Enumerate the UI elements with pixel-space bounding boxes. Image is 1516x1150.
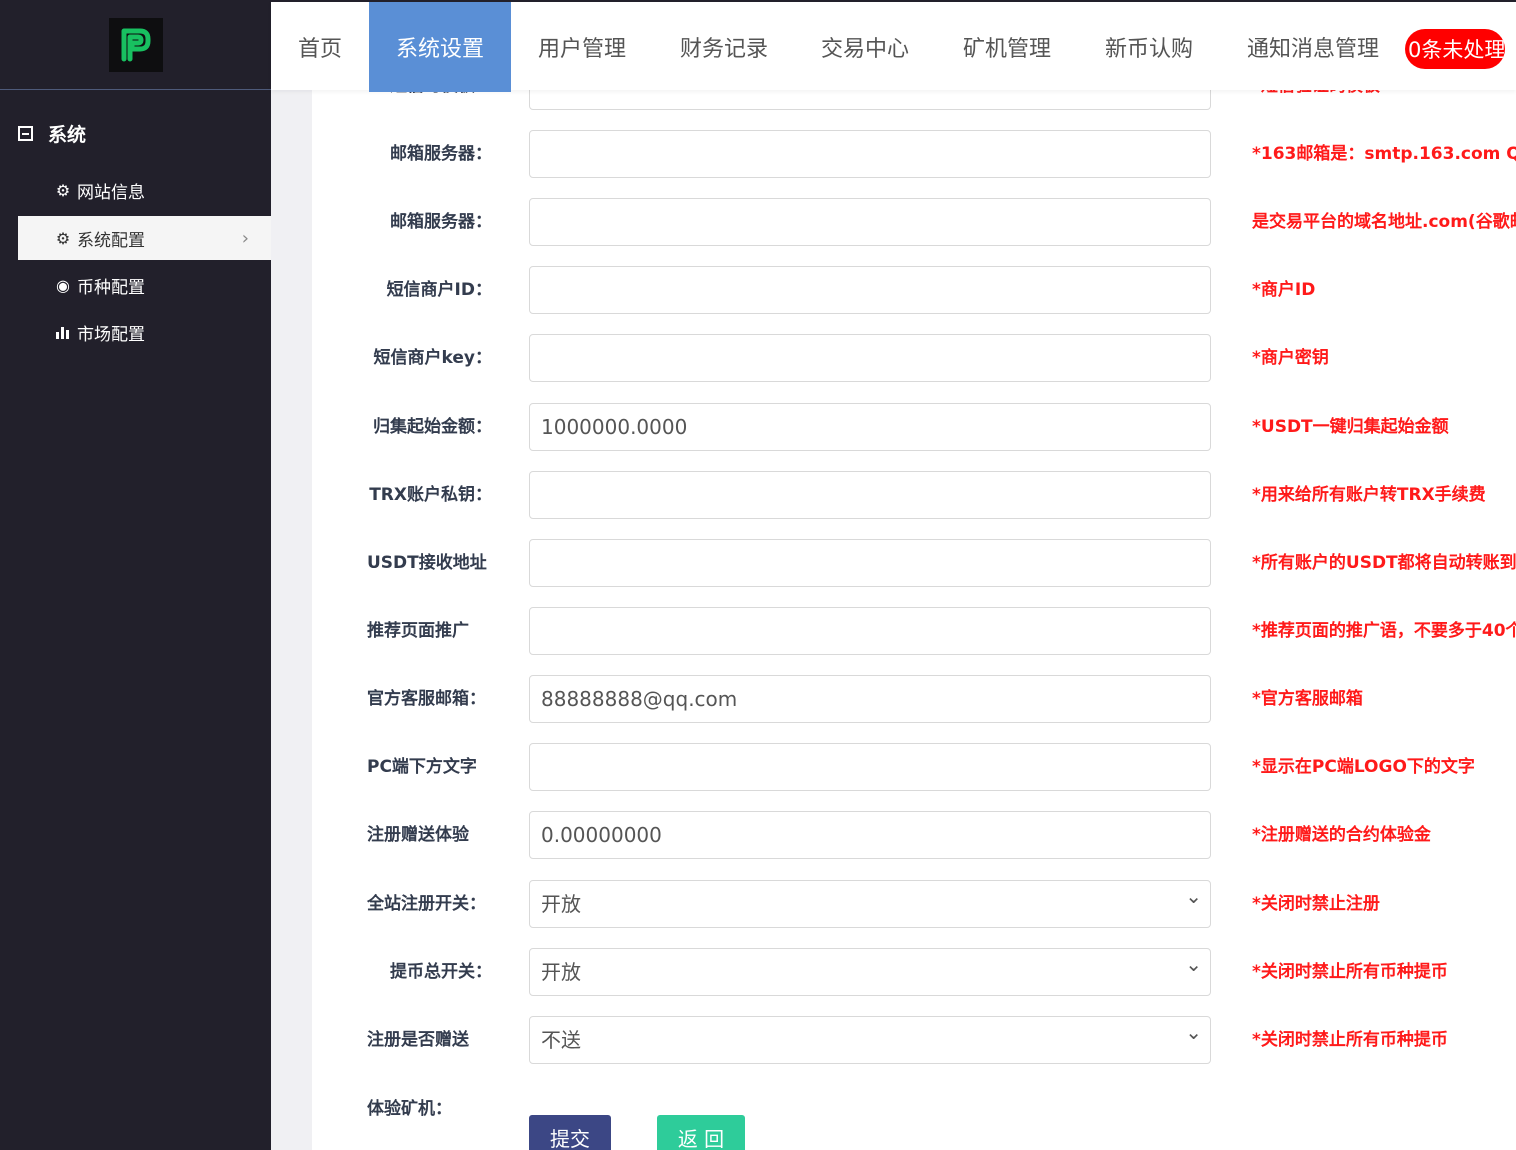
- bar-chart-icon: [53, 322, 73, 342]
- collect-amount-input[interactable]: 1000000.0000: [529, 403, 1211, 451]
- form-row-register-gift: 注册是否赠送 不送 *关闭时禁止所有币种提币: [312, 1009, 1516, 1064]
- field-label: 注册赠送体验: [367, 825, 469, 845]
- form-row-register-bonus: 注册赠送体验 0.00000000 *注册赠送的合约体验金: [312, 811, 1516, 859]
- tab-system-settings[interactable]: 系统设置: [369, 2, 511, 92]
- field-hint: *用来给所有账户转TRX手续费: [1252, 485, 1486, 505]
- form-row-usdt-address: USDT接收地址 *所有账户的USDT都将自动转账到: [312, 539, 1516, 587]
- form-row-trx-private-key: TRX账户私钥： *用来给所有账户转TRX手续费: [312, 471, 1516, 519]
- field-label: TRX账户私钥：: [369, 485, 492, 505]
- unprocessed-badge[interactable]: 0条未处理: [1405, 29, 1505, 69]
- sidebar-item-label: 系统配置: [77, 230, 145, 251]
- logo[interactable]: [108, 17, 163, 72]
- form-row-promo-text: 推荐页面推广 *推荐页面的推广语，不要多于40个: [312, 607, 1516, 655]
- sidebar-item-label: 市场配置: [77, 324, 145, 345]
- field-hint: *163邮箱是：smtp.163.com QQ: [1252, 144, 1516, 164]
- form-row-collect-amount: 归集起始金额： 1000000.0000 *USDT一键归集起始金额: [312, 403, 1516, 451]
- form-row-mail-server-2: 邮箱服务器： 是交易平台的域名地址.com(谷歌邮箱): [312, 198, 1516, 246]
- tab-trade-center[interactable]: 交易中心: [821, 2, 909, 92]
- field-label: 邮箱服务器：: [390, 212, 492, 232]
- top-nav: 首页 系统设置 用户管理 财务记录 交易中心 矿机管理 新币认购 通知消息管理 …: [271, 0, 1516, 92]
- register-gift-select[interactable]: 不送: [529, 1009, 1211, 1064]
- sidebar-item-label: 币种配置: [77, 277, 145, 298]
- gear-icon: ⚙: [55, 228, 71, 248]
- tab-label: 用户管理: [538, 37, 627, 62]
- trx-private-key-input[interactable]: [529, 471, 1211, 519]
- promo-text-input[interactable]: [529, 607, 1211, 655]
- field-hint: 是交易平台的域名地址.com(谷歌邮箱): [1252, 212, 1516, 232]
- field-label: 体验矿机：: [367, 1099, 452, 1119]
- tab-new-coin-subscribe[interactable]: 新币认购: [1105, 2, 1193, 92]
- usdt-address-input[interactable]: [529, 539, 1211, 587]
- field-label: 全站注册开关：: [367, 894, 486, 914]
- field-label: 短信商户ID：: [386, 280, 492, 300]
- field-hint: *关闭时禁止所有币种提币: [1252, 962, 1448, 982]
- field-hint: *推荐页面的推广语，不要多于40个: [1252, 621, 1516, 641]
- register-switch-select[interactable]: 开放: [529, 873, 1211, 928]
- field-hint: *显示在PC端LOGO下的文字: [1252, 757, 1475, 777]
- service-email-input[interactable]: 88888888@qq.com: [529, 675, 1211, 723]
- mail-server-2-input[interactable]: [529, 198, 1211, 246]
- sidebar-item-market-config[interactable]: 市场配置: [18, 310, 271, 354]
- tab-miner-management[interactable]: 矿机管理: [963, 2, 1051, 92]
- field-hint: *注册赠送的合约体验金: [1252, 825, 1431, 845]
- field-label: 推荐页面推广: [367, 621, 469, 641]
- pc-footer-text-input[interactable]: [529, 743, 1211, 791]
- tab-finance-records[interactable]: 财务记录: [680, 2, 768, 92]
- field-hint: *USDT一键归集起始金额: [1252, 417, 1449, 437]
- field-label: 邮箱服务器：: [390, 144, 492, 164]
- tab-label: 交易中心: [821, 37, 910, 62]
- field-label: 官方客服邮箱：: [367, 689, 486, 709]
- sidebar: 系统 ⚙ 网站信息 ⚙ 系统配置 › ◉ 币种配置 市场配置: [0, 0, 271, 1150]
- mail-server-input[interactable]: [529, 130, 1211, 178]
- field-label: 归集起始金额：: [373, 417, 492, 437]
- field-hint: *关闭时禁止注册: [1252, 894, 1380, 914]
- sms-merchant-key-input[interactable]: [529, 334, 1211, 382]
- form-row-sms-merchant-key: 短信商户key： *商户密钥: [312, 334, 1516, 382]
- collapse-icon[interactable]: [18, 126, 33, 141]
- register-bonus-input[interactable]: 0.00000000: [529, 811, 1211, 859]
- field-label: 注册是否赠送: [367, 1030, 469, 1050]
- form-row-withdraw-switch: 提币总开关： 开放 *关闭时禁止所有币种提币: [312, 941, 1516, 996]
- tab-label: 首页: [298, 37, 343, 62]
- form-row-register-switch: 全站注册开关： 开放 *关闭时禁止注册: [312, 873, 1516, 928]
- tab-user-management[interactable]: 用户管理: [538, 2, 626, 92]
- field-label: 短信商户key：: [373, 348, 492, 368]
- logo-area: [0, 0, 271, 90]
- tab-label: 矿机管理: [963, 37, 1052, 62]
- sidebar-section-label: 系统: [48, 124, 87, 146]
- target-icon: ◉: [56, 275, 70, 295]
- field-hint: *关闭时禁止所有币种提币: [1252, 1030, 1448, 1050]
- field-label: USDT接收地址: [367, 553, 487, 573]
- field-hint: *商户ID: [1252, 280, 1316, 300]
- tab-label: 通知消息管理: [1247, 37, 1380, 62]
- gear-icon: ⚙: [55, 180, 71, 200]
- sidebar-item-system-config[interactable]: ⚙ 系统配置 ›: [18, 216, 271, 260]
- field-hint: *官方客服邮箱: [1252, 689, 1363, 709]
- tab-home[interactable]: 首页: [298, 2, 342, 92]
- form-row-mail-server: 邮箱服务器： *163邮箱是：smtp.163.com QQ: [312, 130, 1516, 178]
- field-label: 提币总开关：: [390, 962, 492, 982]
- sidebar-item-label: 网站信息: [77, 182, 145, 203]
- form-row-trial-miner: 体验矿机：: [312, 1085, 1516, 1133]
- withdraw-switch-select[interactable]: 开放: [529, 941, 1211, 996]
- tab-label: 财务记录: [680, 37, 769, 62]
- sms-merchant-id-input[interactable]: [529, 266, 1211, 314]
- form-row-service-email: 官方客服邮箱： 88888888@qq.com *官方客服邮箱: [312, 675, 1516, 723]
- tab-label: 新币认购: [1105, 37, 1194, 62]
- form-row-pc-footer-text: PC端下方文字 *显示在PC端LOGO下的文字: [312, 743, 1516, 791]
- field-hint: *商户密钥: [1252, 348, 1329, 368]
- sidebar-item-coin-config[interactable]: ◉ 币种配置: [18, 263, 271, 307]
- back-button[interactable]: 返 回: [657, 1115, 745, 1150]
- tab-notification-management[interactable]: 通知消息管理: [1247, 2, 1379, 92]
- field-hint: *所有账户的USDT都将自动转账到: [1252, 553, 1516, 573]
- chevron-right-icon: ›: [241, 228, 249, 249]
- field-label: PC端下方文字: [367, 757, 477, 777]
- form-row-sms-merchant-id: 短信商户ID： *商户ID: [312, 266, 1516, 314]
- sidebar-item-site-info[interactable]: ⚙ 网站信息: [18, 168, 271, 212]
- submit-button[interactable]: 提交: [529, 1115, 611, 1150]
- tab-label: 系统设置: [395, 37, 484, 62]
- sidebar-section-system[interactable]: 系统: [18, 120, 86, 147]
